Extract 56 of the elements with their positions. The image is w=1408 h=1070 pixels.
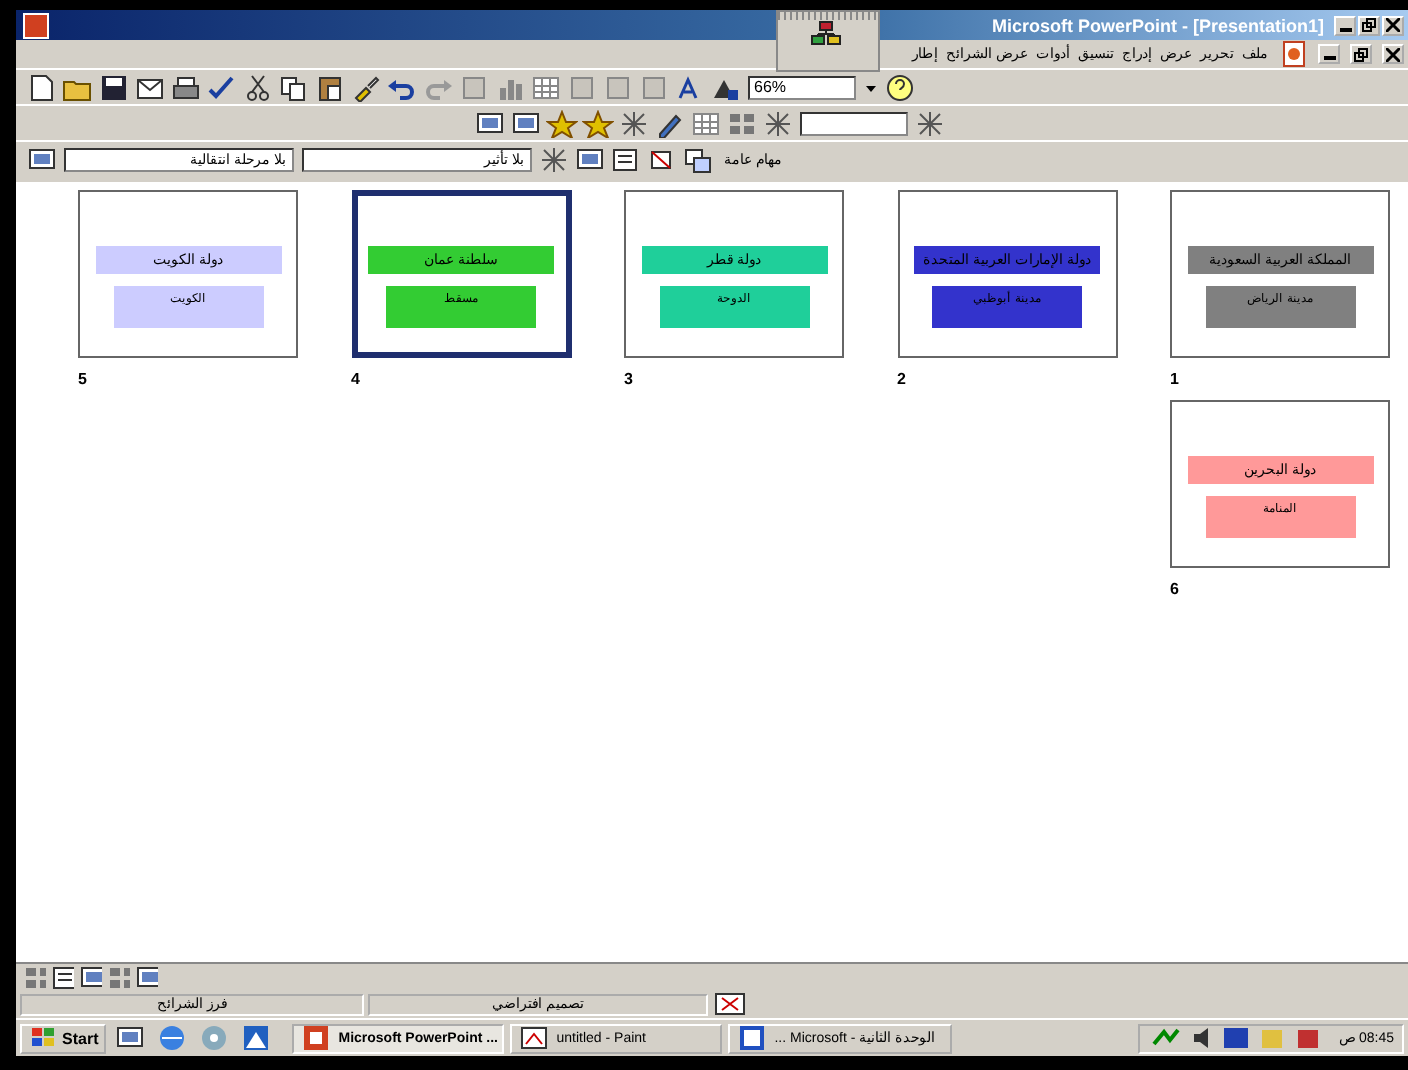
- word-document-icon: [738, 1025, 767, 1051]
- close-icon: [1386, 47, 1400, 61]
- window-title: Microsoft PowerPoint - [Presentation1]: [991, 15, 1324, 35]
- slide-number: 3: [624, 370, 633, 388]
- restore-button[interactable]: [1358, 15, 1380, 35]
- paint-icon: [520, 1025, 549, 1051]
- slide-number: 1: [1170, 370, 1179, 388]
- close-button[interactable]: [1382, 44, 1404, 64]
- outline-view-icon[interactable]: [50, 963, 74, 991]
- app-icon: [22, 11, 50, 39]
- paste-icon[interactable]: [314, 73, 346, 101]
- summary-slide-icon[interactable]: [574, 145, 606, 173]
- zoom-field[interactable]: 66%: [748, 75, 856, 99]
- presentation-icon: [302, 1025, 331, 1051]
- print-icon[interactable]: [170, 73, 202, 101]
- restore-icon: [1354, 47, 1368, 61]
- new-document-icon[interactable]: [26, 73, 58, 101]
- restore-button[interactable]: [1350, 44, 1372, 64]
- speaker-icon[interactable]: [1189, 1024, 1214, 1052]
- pen-icon[interactable]: [654, 109, 686, 137]
- slide-layout-icon[interactable]: [510, 109, 542, 137]
- windows-logo-icon: [30, 1024, 56, 1052]
- sparkle-icon[interactable]: [618, 109, 650, 137]
- sparkle-icon[interactable]: [538, 145, 570, 173]
- checkmark-icon[interactable]: [206, 73, 238, 101]
- slide-view-icon[interactable]: [78, 963, 102, 991]
- close-icon: [1386, 18, 1400, 32]
- slide-layout-icon[interactable]: [474, 109, 506, 137]
- slideshow-icon[interactable]: [134, 963, 158, 991]
- slide-number: 5: [78, 370, 87, 388]
- minimize-button[interactable]: [1334, 15, 1356, 35]
- slide-number: 6: [1170, 580, 1179, 598]
- help-icon[interactable]: [884, 73, 916, 101]
- minimize-button[interactable]: [1318, 44, 1340, 64]
- star-icon[interactable]: [582, 109, 614, 137]
- dropdown-field[interactable]: [800, 111, 908, 135]
- slide-icon[interactable]: [26, 145, 58, 173]
- document-icon[interactable]: [1278, 40, 1306, 68]
- sparkle-icon[interactable]: [914, 109, 946, 137]
- copy-icon[interactable]: [278, 73, 310, 101]
- brush-icon[interactable]: [350, 73, 382, 101]
- close-button[interactable]: [1382, 15, 1404, 35]
- restore-icon: [1362, 18, 1376, 32]
- slide-number: 2: [897, 370, 906, 388]
- org-chart-icon[interactable]: [810, 20, 846, 48]
- sparkle-icon[interactable]: [762, 109, 794, 137]
- slide-number: 4: [351, 370, 360, 388]
- desktop-icon[interactable]: [114, 1024, 147, 1052]
- notes-icon[interactable]: [610, 145, 642, 173]
- cut-icon[interactable]: [242, 73, 274, 101]
- start-button[interactable]: Start: [20, 1023, 107, 1053]
- envelope-icon[interactable]: [134, 73, 166, 101]
- save-icon[interactable]: [98, 73, 130, 101]
- mountain-icon[interactable]: [240, 1024, 273, 1052]
- animation-icon[interactable]: [546, 109, 578, 137]
- slides-icon[interactable]: [682, 145, 714, 173]
